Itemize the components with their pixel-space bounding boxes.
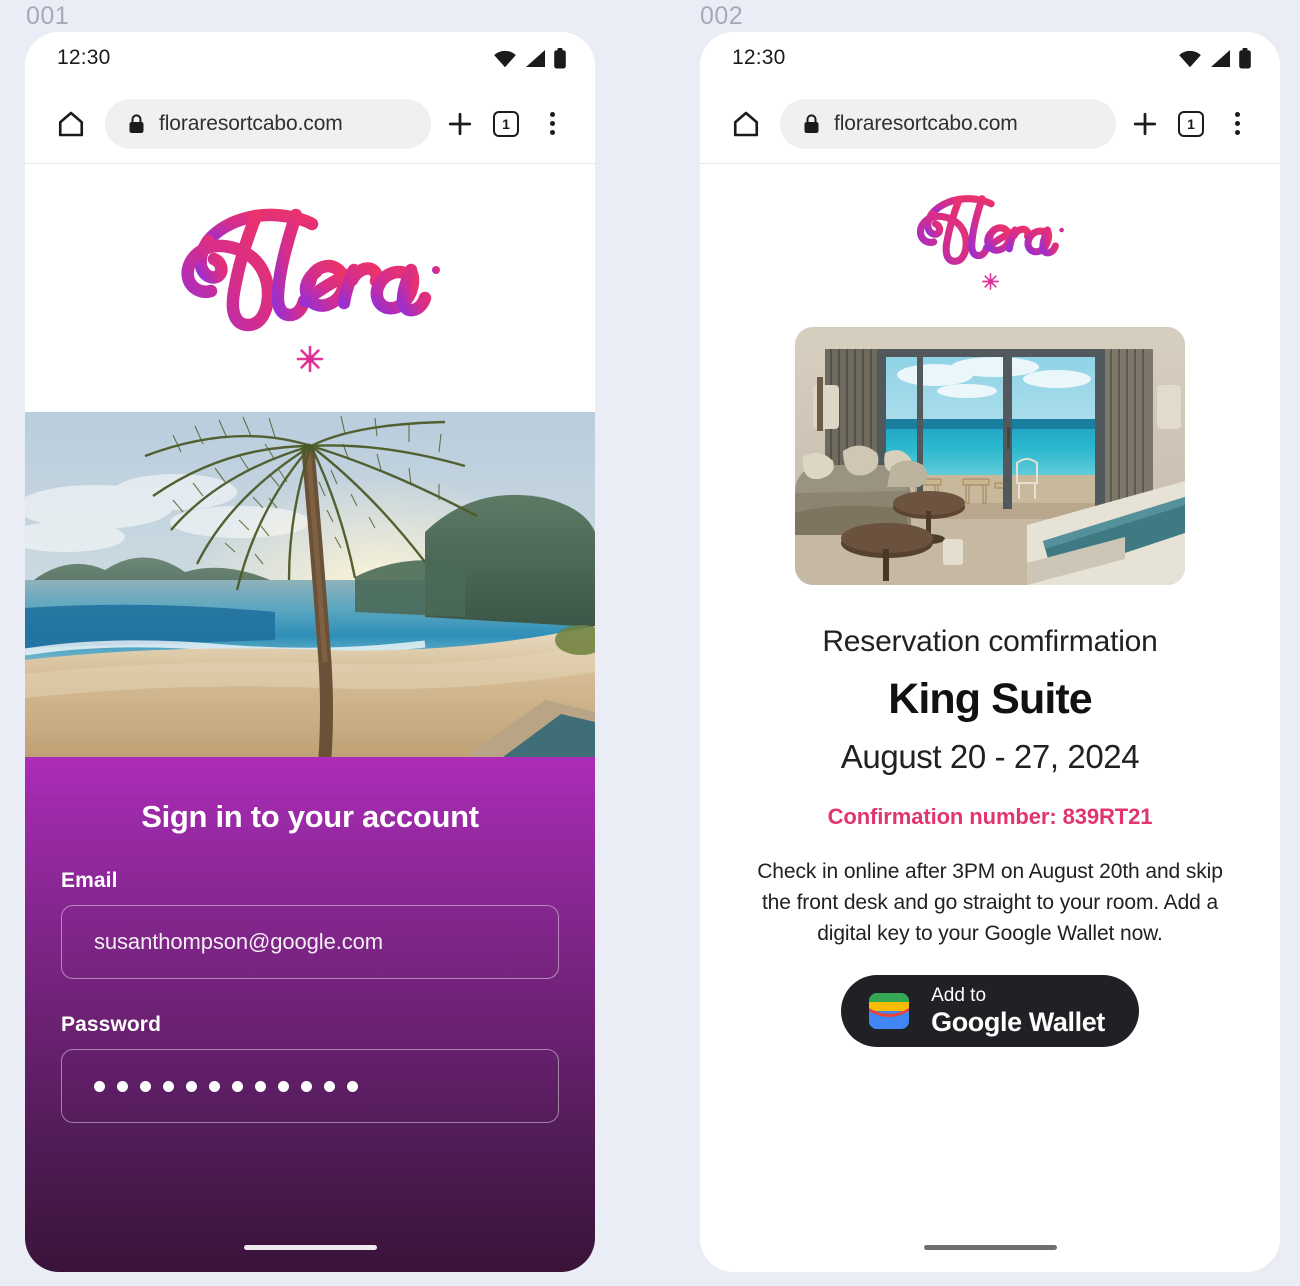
email-value: susanthompson@google.com xyxy=(94,929,383,954)
new-tab-button-2[interactable] xyxy=(1122,101,1168,147)
flora-wordmark-logo xyxy=(181,208,440,332)
hero-beach-image xyxy=(25,412,595,757)
frame-label-002: 002 xyxy=(700,2,744,30)
home-indicator[interactable] xyxy=(25,1245,595,1250)
add-to-google-wallet-button[interactable]: Add to Google Wallet xyxy=(841,975,1139,1048)
home-button-2[interactable] xyxy=(726,104,766,144)
confirmation-block: Reservation comfirmation King Suite Augu… xyxy=(700,585,1280,1048)
wifi-icon xyxy=(494,50,516,67)
signal-icon xyxy=(1211,49,1230,67)
tab-switcher-button-2[interactable]: 1 xyxy=(1168,101,1214,147)
screenshot-stage: 001 002 12:30 floraresortcabo.com 1 Sign… xyxy=(0,0,1300,1286)
kebab-menu-icon xyxy=(1234,112,1240,135)
address-bar-2[interactable]: floraresortcabo.com xyxy=(780,98,1116,149)
signin-panel: Sign in to your account Email susanthomp… xyxy=(25,757,595,1272)
phone-mockup-002: 12:30 floraresortcabo.com 1 Reservation … xyxy=(700,32,1280,1272)
status-time: 12:30 xyxy=(57,46,111,69)
room-photo xyxy=(795,327,1185,585)
home-button[interactable] xyxy=(51,104,91,144)
email-input[interactable]: susanthompson@google.com xyxy=(61,905,559,979)
wifi-icon xyxy=(1179,50,1201,67)
address-bar[interactable]: floraresortcabo.com xyxy=(105,98,431,149)
browser-toolbar-2: floraresortcabo.com 1 xyxy=(700,84,1280,164)
brand-logo-block xyxy=(25,164,595,412)
confirmation-heading: Reservation comfirmation xyxy=(822,625,1158,658)
tab-count: 1 xyxy=(493,110,519,137)
signal-icon xyxy=(526,49,545,67)
battery-icon xyxy=(1239,47,1251,68)
email-label: Email xyxy=(61,869,118,892)
confirmation-number: Confirmation number: 839RT21 xyxy=(827,804,1153,829)
hotel-suite-illustration xyxy=(795,327,1185,585)
status-icons-2 xyxy=(1178,47,1252,69)
lock-icon xyxy=(804,113,819,133)
password-input[interactable] xyxy=(61,1049,559,1123)
frame-label-001: 001 xyxy=(26,2,70,30)
home-indicator-2[interactable] xyxy=(700,1245,1280,1250)
plus-icon xyxy=(448,112,472,135)
browser-menu-button[interactable] xyxy=(529,101,575,147)
flora-wordmark-logo xyxy=(916,195,1064,265)
wallet-big-label: Google Wallet xyxy=(931,1006,1105,1037)
google-wallet-icon xyxy=(869,993,910,1030)
url-text: floraresortcabo.com xyxy=(159,111,343,135)
kebab-menu-icon xyxy=(549,112,555,135)
stay-dates: August 20 - 27, 2024 xyxy=(840,738,1140,775)
password-label: Password xyxy=(61,1013,162,1036)
beach-scene-illustration xyxy=(25,412,595,757)
checkin-instructions: Check in online after 3PM on August 20th… xyxy=(757,860,1223,946)
password-masked-value xyxy=(94,1080,358,1092)
lock-icon xyxy=(129,113,144,133)
browser-toolbar: floraresortcabo.com 1 xyxy=(25,84,595,164)
browser-menu-button-2[interactable] xyxy=(1214,101,1260,147)
status-bar-2: 12:30 xyxy=(700,32,1280,84)
battery-icon xyxy=(554,47,566,68)
brand-logo-block-2 xyxy=(907,164,1073,291)
url-text-2: floraresortcabo.com xyxy=(834,111,1018,135)
flower-asterisk-icon xyxy=(296,345,324,373)
phone-mockup-001: 12:30 floraresortcabo.com 1 Sign in to y… xyxy=(25,32,595,1272)
webpage-confirmation: Reservation comfirmation King Suite Augu… xyxy=(700,164,1280,1272)
tab-count-2: 1 xyxy=(1178,110,1204,137)
plus-icon xyxy=(1133,112,1157,135)
status-time-2: 12:30 xyxy=(732,46,786,69)
wallet-small-label: Add to xyxy=(931,985,987,1007)
status-icons xyxy=(493,47,567,69)
room-name: King Suite xyxy=(888,675,1093,723)
status-bar: 12:30 xyxy=(25,32,595,84)
home-icon xyxy=(733,111,759,136)
flower-asterisk-icon xyxy=(981,273,999,290)
wallet-button-label: Add to Google Wallet xyxy=(931,985,1105,1037)
signin-title: Sign in to your account xyxy=(141,799,479,834)
webpage-signin: Sign in to your account Email susanthomp… xyxy=(25,164,595,1272)
home-icon xyxy=(58,111,84,136)
tab-switcher-button[interactable]: 1 xyxy=(483,101,529,147)
new-tab-button[interactable] xyxy=(437,101,483,147)
